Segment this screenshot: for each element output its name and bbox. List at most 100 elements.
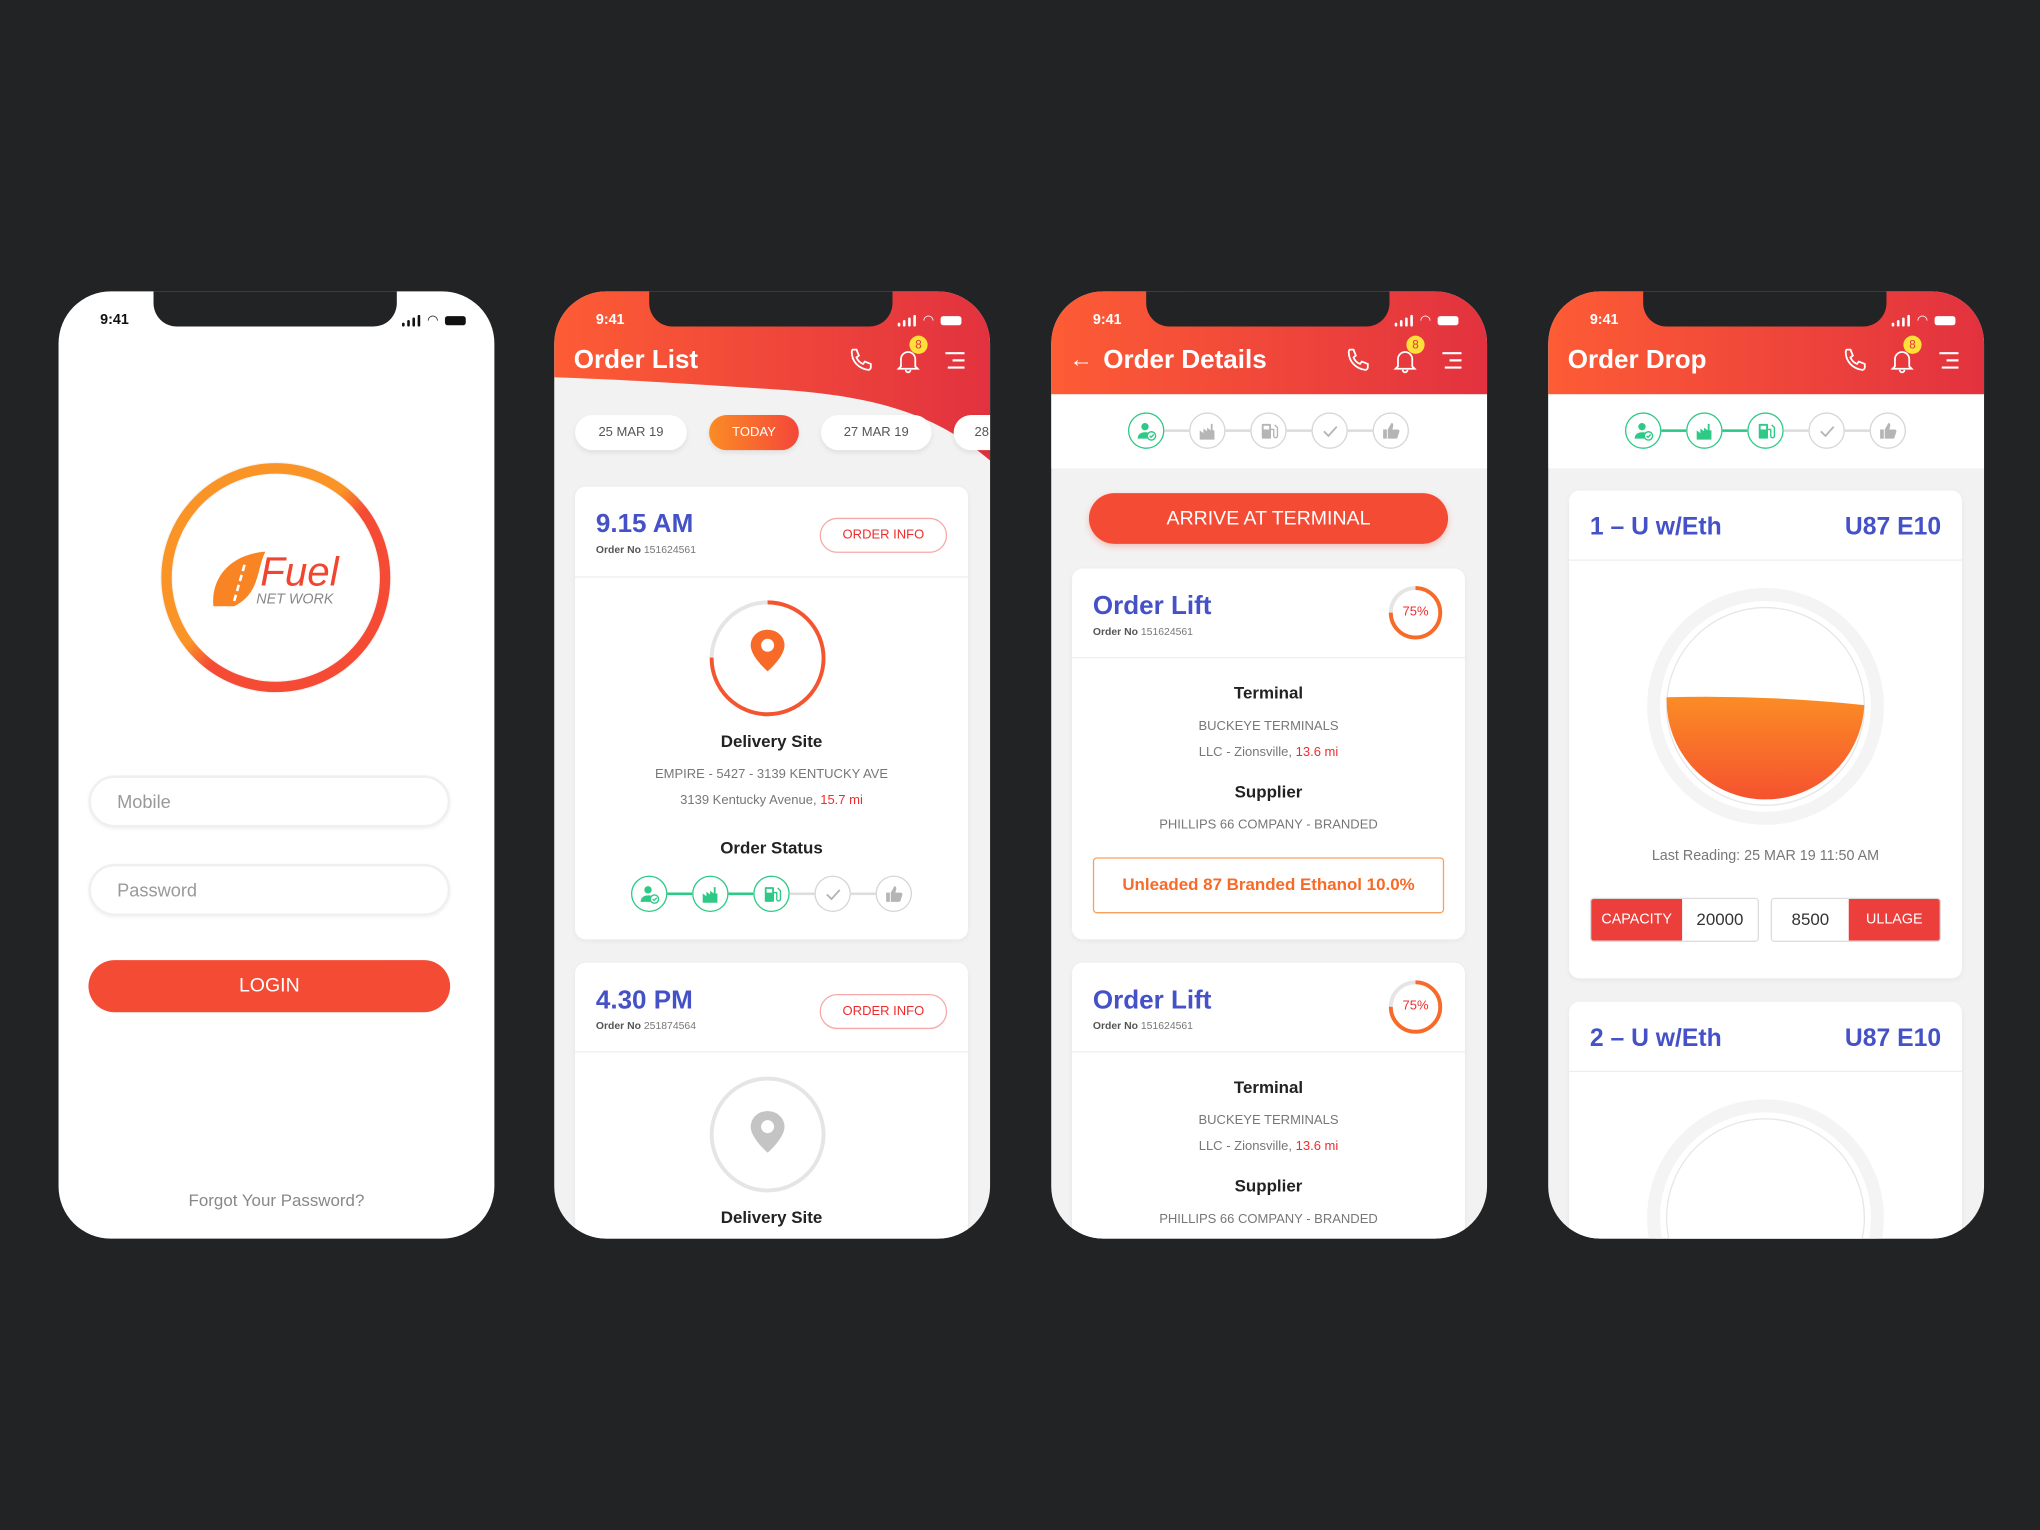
status-time: 9:41 [1589, 312, 1619, 328]
status-icons: ◠ [897, 314, 962, 328]
capacity-value[interactable]: 20000 [1682, 899, 1758, 941]
step-connector [1225, 429, 1251, 432]
tank-level-gauge [1647, 588, 1884, 825]
order-status-steps [1127, 412, 1410, 449]
status-step [1624, 412, 1662, 449]
progress-ring: 75% [1387, 978, 1444, 1035]
supplier-name: PHILLIPS 66 COMPANY - BRANDED [1159, 1212, 1378, 1227]
order-details-screen: 9:41 ◠ ← Order Details 8 ARRIVE AT TERMI… [1051, 291, 1488, 1239]
date-pill[interactable]: 28 [953, 415, 991, 451]
location-ring [709, 1076, 826, 1193]
arrive-at-terminal-button[interactable]: ARRIVE AT TERMINAL [1088, 493, 1449, 544]
notch [1146, 291, 1390, 327]
terminal-location: LLC - Zionsville, 13.6 mi [1198, 1139, 1339, 1155]
notification-badge: 8 [909, 335, 928, 354]
menu-icon[interactable] [941, 346, 970, 375]
menu-icon[interactable] [1935, 346, 1964, 375]
order-info-button[interactable]: ORDER INFO [819, 993, 948, 1030]
location-ring [709, 600, 826, 717]
order-number: Order No 151624561 [595, 543, 696, 556]
status-icons: ◠ [1394, 313, 1459, 328]
tank-name: 2 – U w/Eth [1589, 1025, 1722, 1053]
ullage-value[interactable]: 8500 [1771, 899, 1849, 941]
forgot-password-link[interactable]: Forgot Your Password? [59, 1190, 495, 1210]
tank-name: 1 – U w/Eth [1589, 513, 1722, 542]
bell-icon[interactable]: 8 [1888, 335, 1922, 375]
header-actions: 8 [847, 335, 970, 375]
supplier-title: Supplier [1234, 781, 1303, 802]
order-lift-card: Order Lift Order No 151624561 75% Termin… [1072, 962, 1465, 1239]
phone-icon[interactable] [1841, 346, 1870, 375]
step-bar [1548, 394, 1985, 469]
order-time: 4.30 PM [595, 986, 693, 1015]
battery-icon [1934, 316, 1956, 326]
date-pill[interactable]: 25 MAR 19 [575, 415, 687, 451]
phone-icon[interactable] [847, 346, 876, 375]
order-list-screen: 9:41 ◠ Order List 8 25 MAR 19 TODAY 27 M… [554, 291, 991, 1239]
status-icons: ◠ [1891, 314, 1956, 328]
check-icon [1819, 425, 1834, 437]
order-status-steps [630, 875, 913, 913]
notification-badge: 8 [1903, 335, 1922, 354]
supplier-title: Supplier [1234, 1176, 1303, 1196]
order-info-button[interactable]: ORDER INFO [819, 517, 948, 553]
login-screen: 9:41 ◠ Fuel NET WORK Mobile Password LOG… [58, 291, 495, 1239]
capacity-field: CAPACITY 20000 [1589, 897, 1759, 942]
step-bar [1051, 394, 1488, 469]
status-time: 9:41 [595, 312, 625, 328]
status-step [753, 875, 790, 913]
thumbs-up-icon [1879, 422, 1896, 439]
step-connector [728, 892, 754, 895]
status-step [1311, 412, 1348, 449]
status-step [814, 875, 851, 913]
status-icons: ◠ [401, 314, 466, 328]
check-icon [1322, 425, 1337, 437]
header-actions: 8 [1344, 335, 1467, 375]
step-connector [1164, 429, 1190, 432]
terminal-factory-icon [1199, 423, 1214, 439]
fuel-pump-icon [764, 886, 781, 902]
distance: 13.6 mi [1295, 745, 1339, 760]
status-step [1747, 412, 1784, 449]
order-number: Order No 151624561 [1092, 625, 1193, 638]
tank-level-gauge [1647, 1099, 1884, 1239]
status-step [1372, 412, 1410, 449]
notch [153, 291, 397, 327]
phone-icon[interactable] [1344, 346, 1373, 375]
back-arrow-icon[interactable]: ← [1069, 346, 1092, 373]
status-step [1686, 412, 1723, 449]
terminal-name: BUCKEYE TERMINALS [1198, 1113, 1339, 1128]
notch [1643, 291, 1887, 327]
order-number: Order No 251874564 [595, 1019, 696, 1032]
logo-sub: NET WORK [256, 591, 334, 608]
battery-icon [940, 316, 962, 326]
order-lift-title: Order Lift [1092, 591, 1212, 621]
password-input[interactable]: Password [88, 863, 451, 916]
notification-badge: 8 [1406, 335, 1425, 354]
bell-icon[interactable]: 8 [1391, 335, 1425, 375]
order-time: 9.15 AM [595, 509, 694, 539]
step-connector [1722, 429, 1748, 432]
capacity-label: CAPACITY [1591, 899, 1683, 941]
login-button[interactable]: LOGIN [88, 960, 451, 1013]
thumbs-up-icon [885, 885, 902, 902]
tank-code: U87 E10 [1844, 513, 1942, 542]
terminal-title: Terminal [1233, 683, 1304, 703]
supplier-name: PHILLIPS 66 COMPANY - BRANDED [1159, 818, 1378, 833]
date-pill-selected[interactable]: TODAY [709, 415, 799, 451]
order-lift-card: Order Lift Order No 151624561 75% Termin… [1072, 568, 1465, 940]
ullage-field: 8500 ULLAGE [1770, 897, 1942, 942]
distance: 15.7 mi [820, 793, 863, 808]
menu-icon[interactable] [1438, 346, 1467, 375]
status-time: 9:41 [100, 312, 129, 328]
notch [649, 291, 893, 327]
date-pill[interactable]: 27 MAR 19 [820, 415, 932, 451]
distance: 13.6 mi [1295, 1139, 1339, 1155]
thumbs-up-icon [1382, 422, 1399, 439]
order-status-steps [1624, 412, 1906, 449]
step-connector [667, 892, 693, 895]
order-status-title: Order Status [720, 837, 823, 858]
mobile-input[interactable]: Mobile [88, 775, 451, 828]
bell-icon[interactable]: 8 [894, 335, 928, 375]
wifi-icon: ◠ [1419, 313, 1432, 328]
